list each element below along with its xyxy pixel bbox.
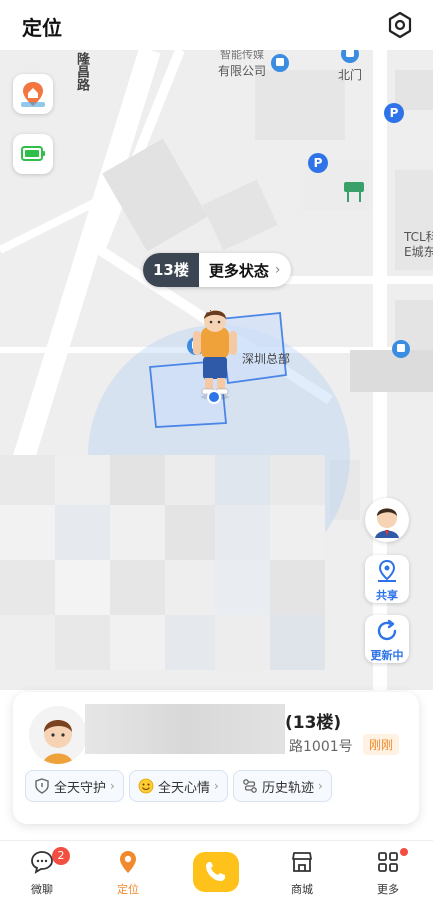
- refresh-button[interactable]: 更新中: [365, 615, 409, 663]
- battery-icon: [21, 146, 45, 161]
- refresh-icon: [377, 619, 397, 641]
- all-day-guard-chip[interactable]: 全天守护 ›: [25, 770, 124, 802]
- call-button[interactable]: [193, 852, 239, 892]
- chevron-right-icon: ›: [110, 779, 115, 793]
- bus-station-sign-icon: [344, 182, 364, 202]
- bus-stop-icon: [271, 54, 289, 72]
- map-label-e-building: E城东: [404, 245, 433, 259]
- map-label-company-top: 智能传媒: [220, 50, 264, 61]
- location-info-card[interactable]: (13楼) 路1001号 刚刚 全天守护 › 全天心情 › 历史轨迹 ›: [13, 692, 419, 824]
- chat-bubble-icon: [31, 851, 53, 874]
- tab-shop[interactable]: 商城: [272, 849, 332, 897]
- map-label-hq: 深圳总部: [242, 352, 291, 366]
- location-pin-icon: [120, 851, 136, 873]
- more-status-label: 更多状态: [208, 261, 269, 280]
- home-pin-icon: [21, 82, 45, 107]
- history-track-chip[interactable]: 历史轨迹 ›: [233, 770, 332, 802]
- map-label-company: 有限公司: [218, 64, 267, 78]
- time-badge: 刚刚: [363, 734, 400, 755]
- contact-avatar-icon: [367, 500, 407, 540]
- share-location-icon: [378, 559, 396, 582]
- chevron-right-icon: ›: [274, 262, 281, 278]
- status-bubble[interactable]: 13楼 更多状态 ›: [143, 253, 291, 287]
- bus-stop-icon: [392, 340, 410, 358]
- address-mosaic: [85, 704, 285, 754]
- chevron-right-icon: ›: [318, 779, 323, 793]
- shield-icon: [35, 778, 49, 794]
- shop-icon: [292, 852, 312, 872]
- location-dot: [207, 390, 221, 404]
- share-button[interactable]: 共享: [365, 555, 409, 603]
- road-label-longchang: 隆昌路: [74, 52, 89, 91]
- smile-icon: [138, 778, 154, 794]
- chip-label: 全天守护: [54, 780, 107, 796]
- refresh-label: 更新中: [370, 649, 404, 662]
- map-view[interactable]: di 深圳总部 隆昌路 智能传媒 有限公司 北门 TCL科 E城东 P P: [0, 50, 433, 690]
- notification-dot: [400, 848, 408, 856]
- privacy-mosaic: [0, 455, 360, 690]
- map-label-north-gate: 北门: [338, 68, 363, 82]
- grid-icon: [378, 852, 398, 872]
- phone-icon: [206, 862, 225, 881]
- tab-chat[interactable]: 微聊 2: [12, 847, 72, 897]
- track-icon: [243, 779, 257, 793]
- floor-label: 13楼: [143, 253, 199, 287]
- child-avatar: [29, 706, 87, 764]
- floor-text: (13楼): [285, 713, 342, 733]
- tab-more[interactable]: 更多: [358, 848, 418, 897]
- chip-label: 历史轨迹: [262, 780, 315, 796]
- page-title: 定位: [22, 16, 62, 40]
- chevron-right-icon: ›: [214, 779, 219, 793]
- child-avatar-icon: [29, 706, 87, 764]
- tab-label: 定位: [117, 883, 139, 896]
- parking-icon: P: [308, 153, 328, 173]
- contact-avatar-button[interactable]: [365, 498, 409, 542]
- battery-button[interactable]: [13, 134, 53, 174]
- tab-label: 微聊: [31, 883, 53, 896]
- tab-label: 更多: [377, 883, 399, 896]
- all-day-mood-chip[interactable]: 全天心情 ›: [129, 770, 228, 802]
- settings-icon[interactable]: [385, 10, 415, 40]
- tab-label: 商城: [291, 883, 313, 896]
- address-text: 路1001号: [289, 739, 353, 755]
- parking-icon: P: [384, 103, 404, 123]
- bottom-tab-bar: 微聊 2 定位 商城 更多: [0, 840, 433, 903]
- tab-location[interactable]: 定位: [98, 849, 158, 897]
- unread-badge: 2: [52, 847, 70, 865]
- share-label: 共享: [376, 589, 398, 602]
- chip-label: 全天心情: [158, 780, 211, 796]
- top-bar: 定位: [0, 0, 433, 50]
- home-location-button[interactable]: [13, 74, 53, 114]
- metro-icon: [341, 50, 359, 63]
